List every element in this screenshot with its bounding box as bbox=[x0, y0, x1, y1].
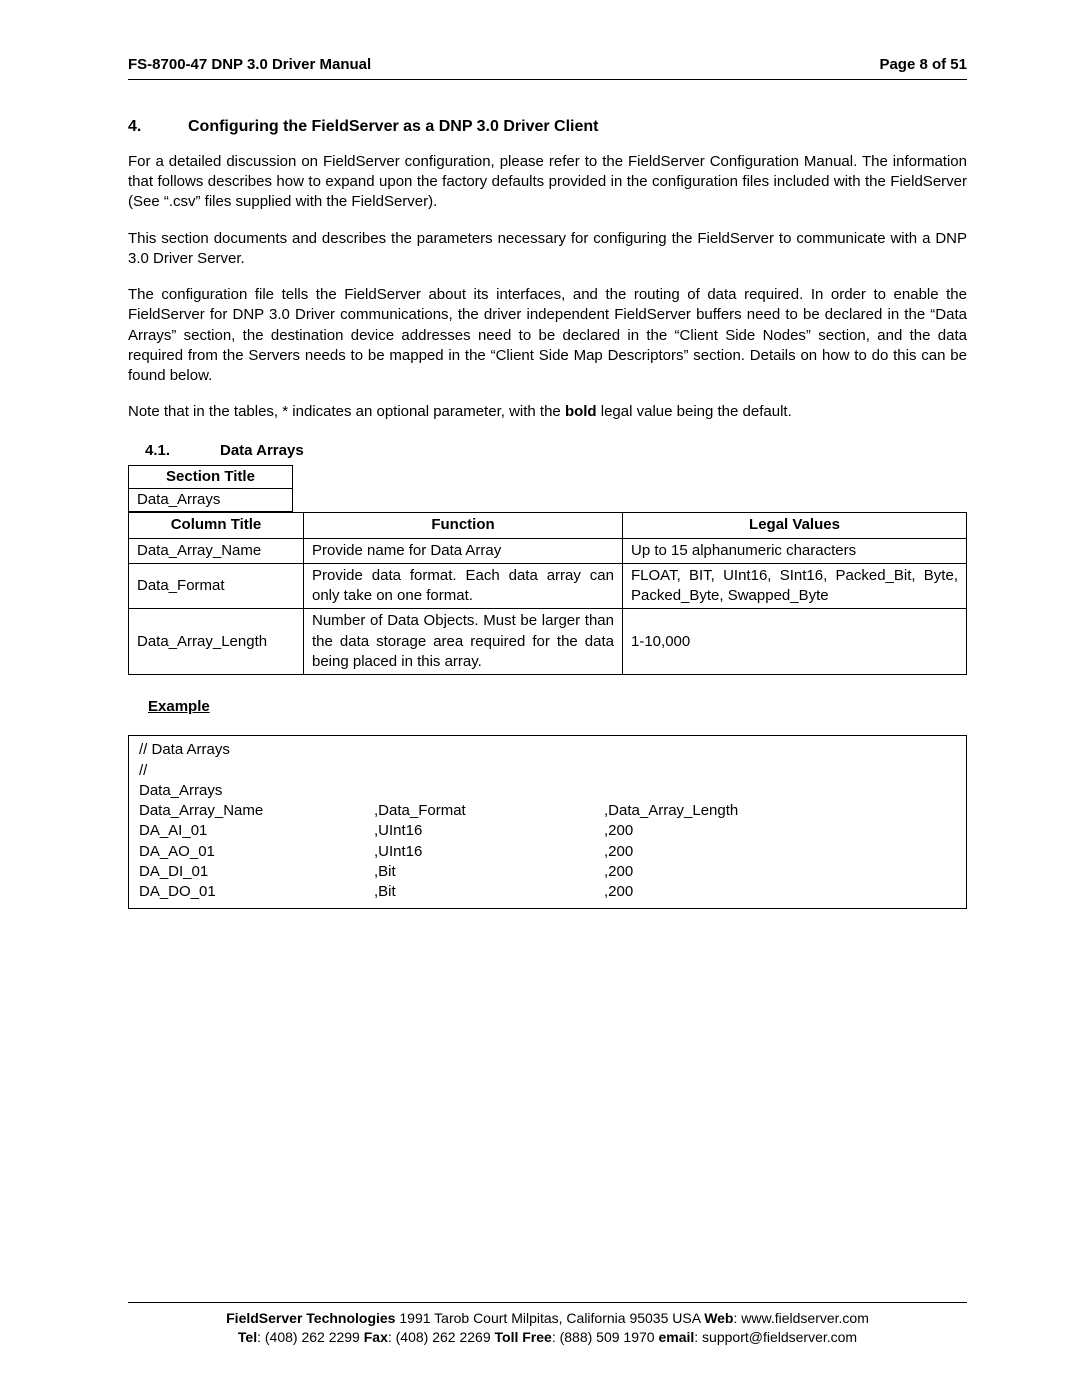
cell-legal-values: 1-10,000 bbox=[623, 609, 967, 675]
code-row: DA_DI_01 ,Bit ,200 bbox=[139, 862, 956, 882]
code-col: ,200 bbox=[604, 821, 956, 841]
code-col: ,Bit bbox=[374, 882, 604, 902]
cell-function: Provide data format. Each data array can… bbox=[304, 563, 623, 609]
doc-title: FS-8700-47 DNP 3.0 Driver Manual bbox=[128, 55, 371, 75]
footer-fax-label: Fax bbox=[364, 1329, 388, 1345]
code-row: DA_AI_01 ,UInt16 ,200 bbox=[139, 821, 956, 841]
code-col: Data_Array_Name bbox=[139, 801, 374, 821]
th-function: Function bbox=[304, 513, 623, 538]
cell-legal-values: Up to 15 alphanumeric characters bbox=[623, 538, 967, 563]
code-col: ,Bit bbox=[374, 862, 604, 882]
paragraph: This section documents and describes the… bbox=[128, 229, 967, 270]
page-number: Page 8 of 51 bbox=[879, 55, 967, 75]
footer-tel-label: Tel bbox=[238, 1329, 257, 1345]
cell-legal-values: FLOAT, BIT, UInt16, SInt16, Packed_Bit, … bbox=[623, 563, 967, 609]
code-col: DA_AO_01 bbox=[139, 842, 374, 862]
code-col: DA_DO_01 bbox=[139, 882, 374, 902]
example-code-box: // Data Arrays // Data_Arrays Data_Array… bbox=[128, 735, 967, 909]
footer-line-1: FieldServer Technologies 1991 Tarob Cour… bbox=[128, 1309, 967, 1328]
footer-line-2: Tel: (408) 262 2299 Fax: (408) 262 2269 … bbox=[128, 1328, 967, 1347]
code-col: ,Data_Array_Length bbox=[604, 801, 956, 821]
subsection-heading: 4.1. Data Arrays bbox=[128, 441, 967, 461]
paragraph: The configuration file tells the FieldSe… bbox=[128, 285, 967, 386]
cell-function: Number of Data Objects. Must be larger t… bbox=[304, 609, 623, 675]
footer-fax: : (408) 262 2269 bbox=[388, 1329, 495, 1345]
footer-address: 1991 Tarob Court Milpitas, California 95… bbox=[395, 1310, 704, 1326]
cell-column-title: Data_Array_Length bbox=[129, 609, 304, 675]
code-row: DA_AO_01 ,UInt16 ,200 bbox=[139, 842, 956, 862]
note-suffix: legal value being the default. bbox=[597, 403, 792, 420]
example-heading: Example bbox=[128, 697, 967, 717]
code-col: ,Data_Format bbox=[374, 801, 604, 821]
note-prefix: Note that in the tables, * indicates an … bbox=[128, 403, 565, 420]
footer-email-label: email bbox=[658, 1329, 694, 1345]
section-number: 4. bbox=[128, 116, 188, 138]
page-footer: FieldServer Technologies 1991 Tarob Cour… bbox=[128, 1302, 967, 1347]
footer-tel: : (408) 262 2299 bbox=[257, 1329, 364, 1345]
footer-web: : www.fieldserver.com bbox=[734, 1310, 869, 1326]
code-col: ,200 bbox=[604, 842, 956, 862]
section-title-value: Data_Arrays bbox=[129, 489, 293, 512]
code-col: ,UInt16 bbox=[374, 821, 604, 841]
code-col: DA_AI_01 bbox=[139, 821, 374, 841]
cell-column-title: Data_Array_Name bbox=[129, 538, 304, 563]
footer-web-label: Web bbox=[704, 1310, 733, 1326]
table-row: Data_Array_Name Provide name for Data Ar… bbox=[129, 538, 967, 563]
subsection-title: Data Arrays bbox=[220, 441, 304, 461]
data-arrays-table: Section Title Data_Arrays Column Title F… bbox=[128, 465, 967, 675]
page-header: FS-8700-47 DNP 3.0 Driver Manual Page 8 … bbox=[128, 55, 967, 80]
paragraph: For a detailed discussion on FieldServer… bbox=[128, 152, 967, 213]
code-col: ,200 bbox=[604, 862, 956, 882]
th-legal-values: Legal Values bbox=[623, 513, 967, 538]
code-comment: // Data Arrays bbox=[139, 740, 956, 760]
cell-function: Provide name for Data Array bbox=[304, 538, 623, 563]
table-row: Data_Array_Length Number of Data Objects… bbox=[129, 609, 967, 675]
section-heading: 4. Configuring the FieldServer as a DNP … bbox=[128, 116, 967, 138]
code-col: ,200 bbox=[604, 882, 956, 902]
code-col: DA_DI_01 bbox=[139, 862, 374, 882]
code-section: Data_Arrays bbox=[139, 781, 956, 801]
section-title-header: Section Title bbox=[129, 465, 293, 488]
section-title-table: Section Title Data_Arrays bbox=[128, 465, 293, 513]
table-row: Data_Format Provide data format. Each da… bbox=[129, 563, 967, 609]
footer-tollfree-label: Toll Free bbox=[495, 1329, 552, 1345]
th-column-title: Column Title bbox=[129, 513, 304, 538]
column-definitions-table: Column Title Function Legal Values Data_… bbox=[128, 512, 967, 675]
cell-column-title: Data_Format bbox=[129, 563, 304, 609]
footer-email: : support@fieldserver.com bbox=[694, 1329, 857, 1345]
code-row: DA_DO_01 ,Bit ,200 bbox=[139, 882, 956, 902]
code-col: ,UInt16 bbox=[374, 842, 604, 862]
code-comment: // bbox=[139, 761, 956, 781]
note-bold: bold bbox=[565, 403, 597, 420]
note-line: Note that in the tables, * indicates an … bbox=[128, 402, 967, 422]
section-title: Configuring the FieldServer as a DNP 3.0… bbox=[188, 116, 598, 138]
code-header-row: Data_Array_Name ,Data_Format ,Data_Array… bbox=[139, 801, 956, 821]
subsection-number: 4.1. bbox=[145, 441, 220, 461]
footer-tollfree: : (888) 509 1970 bbox=[552, 1329, 659, 1345]
footer-company: FieldServer Technologies bbox=[226, 1310, 395, 1326]
